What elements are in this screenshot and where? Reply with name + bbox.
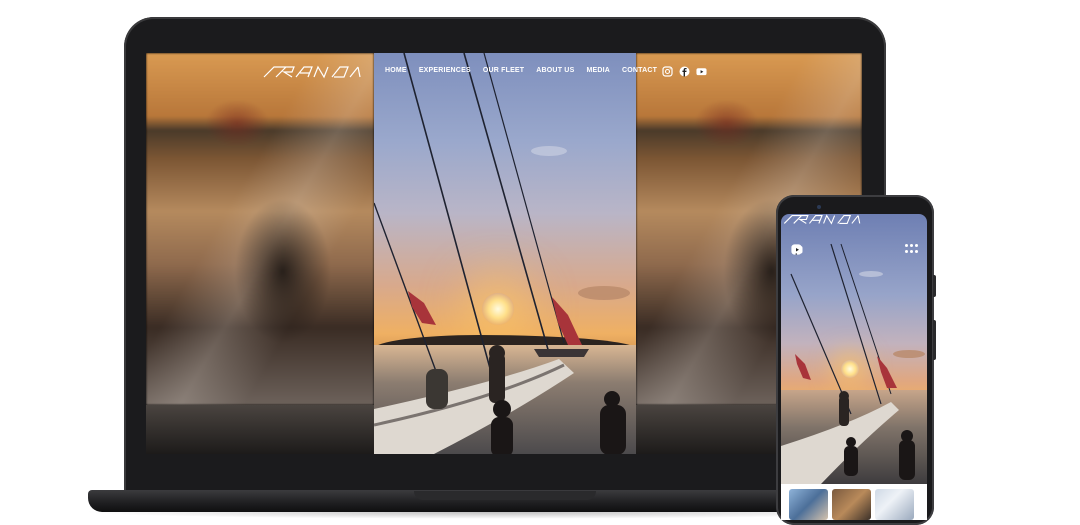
instagram-icon[interactable] xyxy=(662,66,673,77)
main-navigation: HOME EXPERIENCES OUR FLEET ABOUT US MEDI… xyxy=(385,67,669,74)
nav-experiences[interactable]: EXPERIENCES xyxy=(419,67,471,74)
phone-camera xyxy=(817,205,821,209)
photo-gallery-strip xyxy=(781,484,927,520)
nav-media[interactable]: MEDIA xyxy=(586,67,610,74)
social-links xyxy=(662,66,707,77)
gallery-thumbnail[interactable] xyxy=(789,489,828,520)
brand-logo[interactable] xyxy=(781,214,863,225)
laptop-trackpad-notch xyxy=(414,491,596,500)
facebook-icon[interactable] xyxy=(791,244,819,255)
nav-contact[interactable]: CONTACT xyxy=(622,67,657,74)
blurred-background-left xyxy=(146,53,374,405)
facebook-icon[interactable] xyxy=(679,66,690,77)
boat-rigging-illustration xyxy=(374,53,630,454)
brand-logo[interactable] xyxy=(262,65,362,79)
laptop-screen xyxy=(146,53,862,454)
nav-about-us[interactable]: ABOUT US xyxy=(536,67,574,74)
phone-hero-video[interactable] xyxy=(781,214,927,484)
gallery-thumbnail[interactable] xyxy=(832,489,871,520)
grid-menu-icon[interactable] xyxy=(905,244,918,254)
social-links xyxy=(791,244,836,255)
youtube-icon[interactable] xyxy=(791,244,836,255)
phone-volume-button xyxy=(933,275,936,297)
nav-home[interactable]: HOME xyxy=(385,67,407,74)
gallery-thumbnail[interactable] xyxy=(875,489,914,520)
phone-power-button xyxy=(933,320,936,360)
hero-video-sunset-sail[interactable] xyxy=(374,53,636,454)
blurred-background-bottom-left xyxy=(146,405,374,454)
phone-screen xyxy=(781,214,927,520)
nav-our-fleet[interactable]: OUR FLEET xyxy=(483,67,524,74)
youtube-icon[interactable] xyxy=(696,66,707,77)
